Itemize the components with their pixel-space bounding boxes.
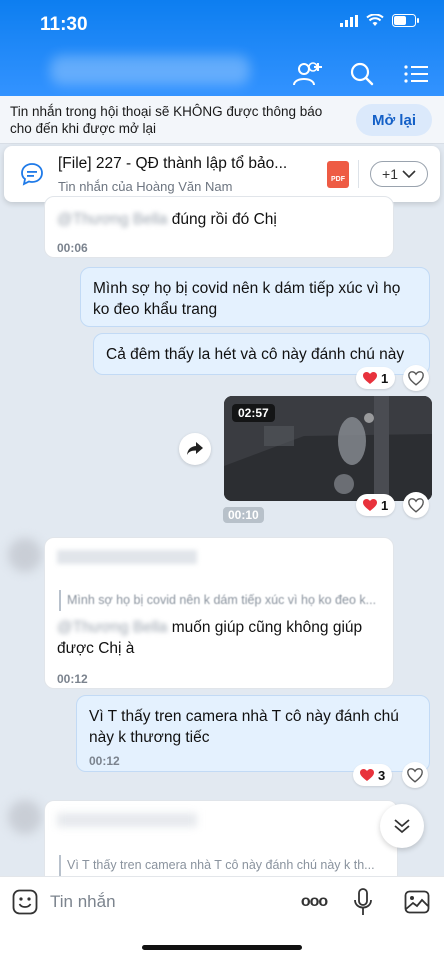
chat-header: 11:30 [0, 0, 444, 96]
share-button[interactable] [179, 433, 211, 465]
add-member-icon [293, 62, 322, 86]
home-indicator [142, 945, 302, 950]
reopen-button[interactable]: Mở lại [356, 104, 432, 136]
menu-icon [404, 65, 428, 83]
menu-button[interactable] [400, 58, 432, 90]
like-button[interactable] [403, 492, 429, 518]
pinned-message[interactable]: [File] 227 - QĐ thành lập tổ bảo... Tin … [4, 146, 440, 202]
message-text: Vì T thấy tren camera nhà T cô này đánh … [89, 708, 399, 746]
pdf-file-icon: PDF [327, 161, 349, 188]
pinned-title: [File] 227 - QĐ thành lập tổ bảo... [58, 155, 288, 172]
chat-bubble-icon [21, 163, 43, 186]
image-icon [404, 890, 430, 914]
microphone-icon [354, 888, 372, 915]
video-duration: 02:57 [232, 404, 275, 422]
message-text: Cả đêm thấy la hét và cô này đánh chú nà… [106, 346, 405, 363]
video-message[interactable]: 02:57 [224, 396, 432, 501]
quoted-message[interactable]: Vì T thấy tren camera nhà T cô này đánh … [59, 855, 379, 876]
message-time: 00:12 [89, 754, 120, 768]
sender-name-blurred [57, 550, 197, 564]
more-pinned-label: +1 [382, 166, 398, 182]
video-time: 00:10 [223, 507, 264, 523]
like-button[interactable] [403, 365, 429, 391]
more-options-label: ooo [300, 893, 328, 910]
status-icons [340, 14, 420, 27]
wifi-icon [366, 14, 384, 26]
incoming-message[interactable]: @Thương Bella đúng rồi đó Chị 00:06 [44, 196, 394, 258]
like-button[interactable] [402, 762, 428, 788]
pinned-divider [358, 160, 359, 188]
quoted-message[interactable]: Mình sợ họ bị covid nên k dám tiếp xúc v… [59, 590, 381, 611]
avatar[interactable] [8, 800, 42, 834]
incoming-message[interactable]: Vì T thấy tren camera nhà T cô này đánh … [44, 800, 398, 880]
battery-icon [392, 14, 419, 27]
heart-icon [363, 371, 377, 384]
message-time: 00:06 [57, 241, 88, 255]
muted-notice-text: Tin nhắn trong hội thoại sẽ KHÔNG được t… [10, 104, 323, 136]
double-chevron-down-icon [394, 819, 410, 834]
heart-icon [360, 768, 374, 781]
signal-icon [340, 14, 358, 27]
add-member-button[interactable] [292, 58, 324, 90]
outgoing-message[interactable]: Vì T thấy tren camera nhà T cô này đánh … [76, 695, 430, 772]
reaction-count[interactable]: 3 [353, 764, 393, 786]
sticker-icon [12, 889, 38, 915]
conversation-name-blurred [50, 55, 250, 85]
message-input-bar: ooo [0, 876, 444, 960]
search-icon [350, 62, 374, 86]
search-button[interactable] [346, 58, 378, 90]
scroll-to-bottom-button[interactable] [380, 804, 424, 848]
sticker-button[interactable] [10, 887, 40, 917]
message-text: đúng rồi đó Chị [171, 211, 277, 228]
blurred-mention: @Thương Bella [57, 211, 168, 228]
pinned-subtitle: Tin nhắn của Hoàng Văn Nam [58, 179, 233, 194]
message-input[interactable] [50, 889, 280, 915]
chevron-down-icon [402, 170, 416, 179]
reaction-count[interactable]: 1 [356, 367, 396, 389]
avatar[interactable] [8, 538, 42, 572]
more-pinned-button[interactable]: +1 [370, 161, 428, 187]
reaction-count[interactable]: 1 [356, 494, 396, 516]
share-arrow-icon [187, 442, 203, 455]
message-time: 00:12 [57, 672, 88, 686]
heart-outline-icon [408, 370, 424, 386]
image-button[interactable] [402, 887, 432, 917]
muted-notice-bar: Tin nhắn trong hội thoại sẽ KHÔNG được t… [0, 96, 444, 144]
heart-icon [363, 498, 377, 511]
sender-name-blurred [57, 813, 197, 827]
more-options-button[interactable]: ooo [297, 887, 331, 917]
outgoing-message[interactable]: Mình sợ họ bị covid nên k dám tiếp xúc v… [80, 267, 430, 327]
status-time: 11:30 [40, 14, 88, 35]
blurred-mention: @Thương Bella [57, 619, 168, 636]
message-text: Mình sợ họ bị covid nên k dám tiếp xúc v… [93, 280, 401, 318]
voice-button[interactable] [348, 887, 378, 917]
heart-outline-icon [408, 497, 424, 513]
incoming-message[interactable]: Mình sợ họ bị covid nên k dám tiếp xúc v… [44, 537, 394, 689]
heart-outline-icon [407, 767, 423, 783]
